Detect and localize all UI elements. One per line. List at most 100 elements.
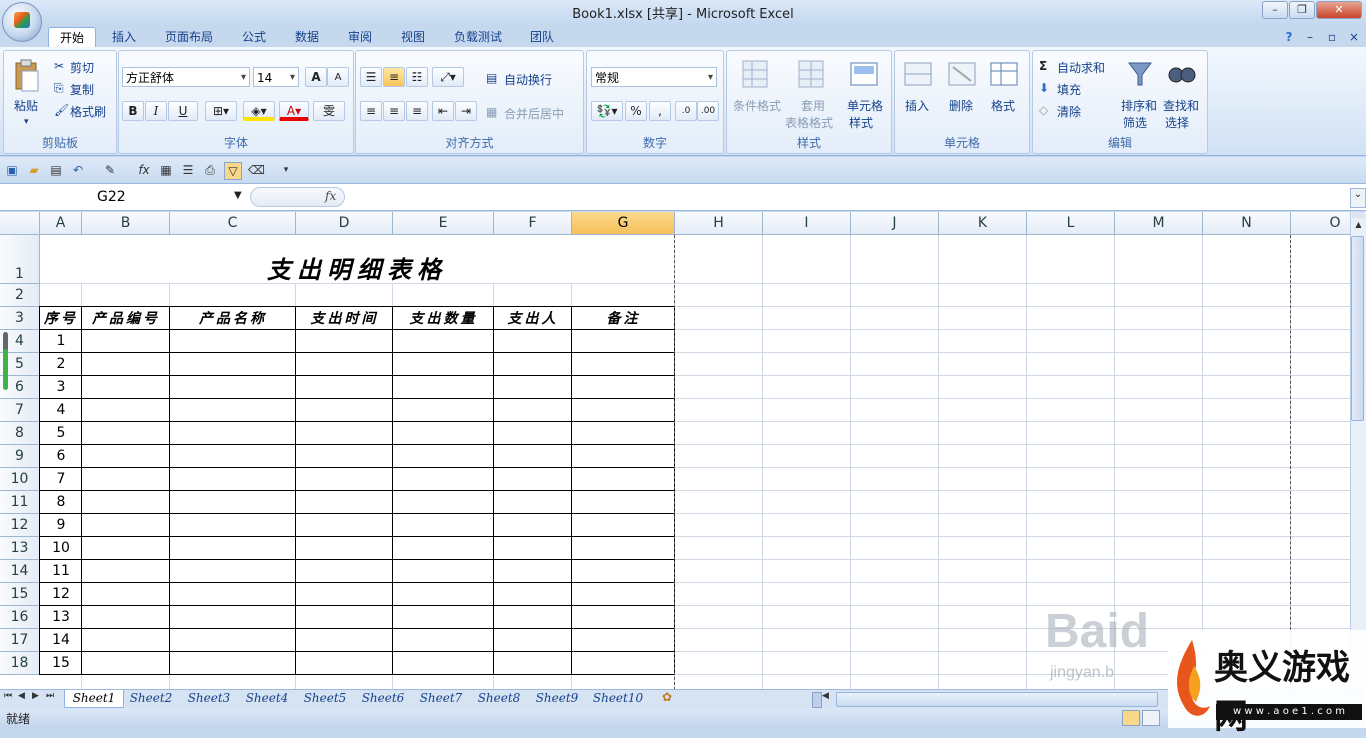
page-layout-view-icon[interactable] [1142, 710, 1160, 726]
maximize-button[interactable]: ❐ [1289, 1, 1315, 19]
sheet-tab-sheet8[interactable]: Sheet8 [470, 690, 528, 707]
serial-cell[interactable]: 10 [40, 537, 82, 560]
formula-input[interactable] [348, 187, 1348, 207]
scroll-up-icon[interactable]: ▲ [1352, 220, 1365, 234]
sheet-tab-sheet6[interactable]: Sheet6 [354, 690, 412, 707]
autosum-button[interactable]: 自动求和 [1057, 59, 1105, 76]
minimize-button[interactable]: – [1262, 1, 1288, 19]
serial-cell[interactable]: 3 [40, 376, 82, 399]
prev-sheet-icon[interactable]: ◀ [18, 691, 25, 701]
row-header-16[interactable]: 16 [0, 606, 40, 629]
merge-icon[interactable]: ▦ [486, 105, 497, 119]
column-header-c[interactable]: C [170, 212, 296, 235]
column-header-f[interactable]: F [494, 212, 572, 235]
tab-view[interactable]: 视图 [393, 27, 433, 47]
close-button[interactable]: ✕ [1316, 1, 1362, 19]
header-product-name[interactable]: 产品名称 [170, 307, 296, 330]
printer-icon[interactable]: ⎙ [202, 162, 218, 178]
row-header-8[interactable]: 8 [0, 422, 40, 445]
rows-icon[interactable]: ☰ [180, 162, 196, 178]
conditional-format-icon[interactable] [741, 59, 769, 89]
tab-data[interactable]: 数据 [287, 27, 327, 47]
align-center-icon[interactable]: ≡ [383, 101, 405, 121]
align-middle-icon[interactable]: ≡ [383, 67, 405, 87]
align-left-icon[interactable]: ≡ [360, 101, 382, 121]
print-preview-icon[interactable]: ▤ [48, 162, 64, 178]
column-header-i[interactable]: I [763, 212, 851, 235]
sheet-tab-sheet7[interactable]: Sheet7 [412, 690, 470, 707]
insert-cells-button[interactable]: 插入 [905, 97, 929, 114]
sheet-tab-sheet9[interactable]: Sheet9 [528, 690, 586, 707]
row-header-7[interactable]: 7 [0, 399, 40, 422]
serial-cell[interactable]: 8 [40, 491, 82, 514]
italic-button[interactable]: I [145, 101, 167, 121]
font-color-icon[interactable]: A▾ [279, 101, 309, 121]
tab-load-test[interactable]: 负载测试 [448, 27, 508, 47]
insert-sheet-icon[interactable]: ✿ [662, 690, 672, 704]
format-painter-icon[interactable]: 🖌 [54, 103, 69, 117]
row-header-17[interactable]: 17 [0, 629, 40, 652]
decrease-indent-icon[interactable]: ⇤ [432, 101, 454, 121]
serial-cell[interactable]: 7 [40, 468, 82, 491]
vertical-scroll-thumb[interactable] [1351, 236, 1364, 421]
align-bottom-icon[interactable]: ☷ [406, 67, 428, 87]
column-header-j[interactable]: J [851, 212, 939, 235]
find-select-line2[interactable]: 选择 [1165, 114, 1189, 131]
serial-cell[interactable]: 2 [40, 353, 82, 376]
next-sheet-icon[interactable]: ▶ [32, 691, 39, 701]
fill-button[interactable]: 填充 [1057, 81, 1081, 98]
serial-cell[interactable]: 13 [40, 606, 82, 629]
row-header-9[interactable]: 9 [0, 445, 40, 468]
align-right-icon[interactable]: ≡ [406, 101, 428, 121]
format-cells-button[interactable]: 格式 [991, 97, 1015, 114]
column-header-m[interactable]: M [1115, 212, 1203, 235]
autosum-icon[interactable]: Σ [1039, 59, 1047, 73]
align-top-icon[interactable]: ☰ [360, 67, 382, 87]
sort-filter-line2[interactable]: 筛选 [1123, 114, 1147, 131]
split-box[interactable] [1352, 212, 1365, 218]
row-header-14[interactable]: 14 [0, 560, 40, 583]
select-all-corner[interactable] [0, 212, 40, 235]
serial-cell[interactable]: 1 [40, 330, 82, 353]
column-header-b[interactable]: B [82, 212, 170, 235]
column-header-l[interactable]: L [1027, 212, 1115, 235]
normal-view-icon[interactable] [1122, 710, 1140, 726]
cell-styles-line2[interactable]: 样式 [849, 114, 873, 131]
row-header-15[interactable]: 15 [0, 583, 40, 606]
cut-button[interactable]: 剪切 [70, 59, 94, 76]
grid-icon[interactable]: ▦ [158, 162, 174, 178]
border-draw-icon[interactable]: ✎ [102, 162, 118, 178]
increase-decimal-icon[interactable]: .0 [675, 101, 697, 121]
undo-icon[interactable]: ↶ [70, 162, 86, 178]
tab-insert[interactable]: 插入 [104, 27, 144, 47]
horizontal-scroll-thumb[interactable] [836, 692, 1158, 707]
sheet-tab-sheet1[interactable]: Sheet1 [64, 690, 124, 708]
shrink-font-button[interactable]: A [327, 67, 349, 87]
serial-cell[interactable]: 6 [40, 445, 82, 468]
wrap-text-icon[interactable]: ▤ [486, 71, 497, 85]
cell-styles-icon[interactable] [849, 59, 879, 89]
fill-color-icon[interactable]: ◈▾ [243, 101, 275, 121]
grow-font-button[interactable]: A [305, 67, 327, 87]
wrap-text-button[interactable]: 自动换行 [504, 71, 552, 88]
copy-button[interactable]: 复制 [70, 81, 94, 98]
tab-split-handle[interactable] [812, 692, 822, 708]
sort-filter-line1[interactable]: 排序和 [1121, 97, 1157, 114]
sheet-tab-sheet4[interactable]: Sheet4 [238, 690, 296, 707]
tab-home[interactable]: 开始 [48, 27, 96, 48]
paste-button[interactable]: 粘贴 [14, 97, 38, 114]
save-icon[interactable]: ▣ [4, 162, 20, 178]
format-painter-button[interactable]: 格式刷 [70, 103, 106, 120]
row-header-13[interactable]: 13 [0, 537, 40, 560]
tab-review[interactable]: 审阅 [340, 27, 380, 47]
sheet-tab-sheet2[interactable]: Sheet2 [122, 690, 180, 707]
paste-dropdown-icon[interactable]: ▾ [24, 117, 29, 127]
decrease-decimal-icon[interactable]: .00 [697, 101, 719, 121]
serial-cell[interactable]: 4 [40, 399, 82, 422]
cell-styles-line1[interactable]: 单元格 [847, 97, 883, 114]
tab-formulas[interactable]: 公式 [234, 27, 274, 47]
sheet-tab-sheet10[interactable]: Sheet10 [586, 690, 650, 707]
font-name-combo[interactable]: 方正舒体 [122, 67, 250, 88]
insert-function-icon[interactable]: fx [325, 189, 336, 203]
serial-cell[interactable]: 9 [40, 514, 82, 537]
